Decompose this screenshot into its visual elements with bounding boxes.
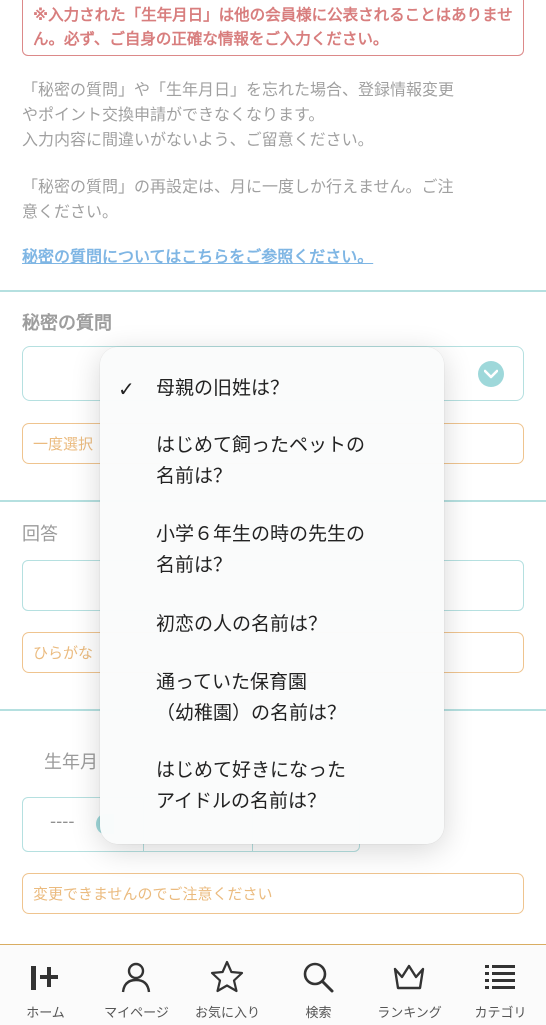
bottom-tab-bar: ホーム マイページ お気に入り 検索 ランキング カテゴリ <box>0 944 546 1025</box>
tab-search[interactable]: 検索 <box>273 945 364 1025</box>
tab-label: 検索 <box>305 1006 332 1021</box>
dropdown-option[interactable]: はじめて飼ったペットの 名前は？ <box>156 430 426 492</box>
option-line: はじめて好きになった <box>156 759 347 781</box>
option-line: 名前は？ <box>156 554 233 576</box>
dropdown-option[interactable]: 初恋の人の名前は？ <box>156 609 426 640</box>
tab-ranking[interactable]: ランキング <box>364 945 455 1025</box>
home-logo-icon <box>31 966 58 990</box>
search-icon <box>303 962 334 993</box>
tab-label: カテゴリ <box>474 1006 527 1021</box>
star-icon <box>210 960 244 993</box>
tab-label: ランキング <box>377 1006 442 1021</box>
option-line: アイドルの名前は？ <box>156 790 327 812</box>
dropdown-option[interactable]: 母親の旧姓は？ <box>156 373 426 404</box>
option-line: 小学６年生の時の先生の <box>156 523 366 545</box>
option-line: 初恋の人の名前は？ <box>156 613 328 635</box>
dropdown-option[interactable]: 小学６年生の時の先生の 名前は？ <box>156 519 426 581</box>
dropdown-option[interactable]: はじめて好きになった アイドルの名前は？ <box>156 755 426 817</box>
tab-home[interactable]: ホーム <box>0 945 91 1025</box>
option-line: （幼稚園）の名前は？ <box>156 702 347 724</box>
secret-question-dropdown: ✓ 母親の旧姓は？ はじめて飼ったペットの 名前は？ 小学６年生の時の先生の 名… <box>100 347 444 844</box>
tab-favorites[interactable]: お気に入り <box>182 945 273 1025</box>
crown-icon <box>393 964 425 990</box>
option-line: 名前は？ <box>156 465 233 487</box>
option-line: 通っていた保育園 <box>156 671 308 693</box>
tab-label: ホーム <box>26 1006 65 1021</box>
person-icon <box>121 962 151 993</box>
tab-category[interactable]: カテゴリ <box>455 945 546 1025</box>
checkmark-icon: ✓ <box>118 377 135 401</box>
dropdown-option[interactable]: 通っていた保育園 （幼稚園）の名前は？ <box>156 667 426 729</box>
tab-label: マイページ <box>104 1006 169 1021</box>
tab-label: お気に入り <box>194 1006 260 1021</box>
option-line: はじめて飼ったペットの <box>156 434 366 456</box>
option-line: 母親の旧姓は？ <box>156 377 290 399</box>
list-icon <box>485 965 515 989</box>
tab-mypage[interactable]: マイページ <box>91 945 182 1025</box>
